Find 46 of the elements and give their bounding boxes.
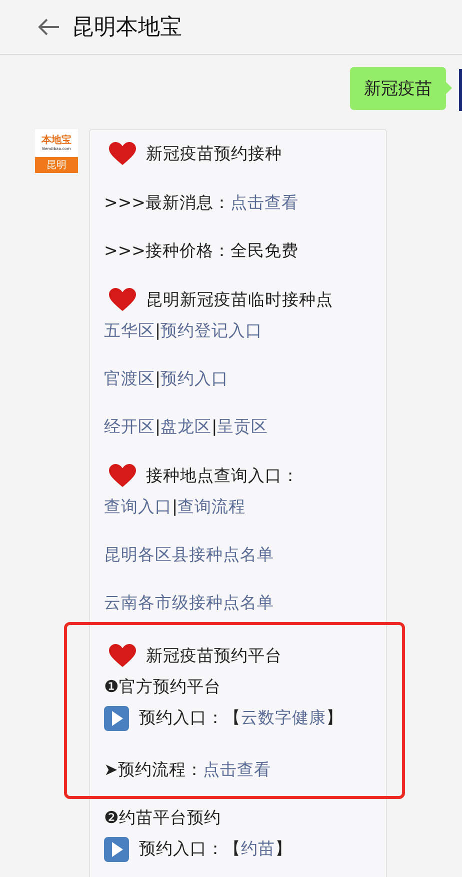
link[interactable]: 点击查看 — [230, 193, 298, 213]
play-icon — [104, 836, 129, 862]
link[interactable]: 约苗 — [241, 839, 275, 859]
link[interactable]: 盘龙区 — [160, 417, 212, 437]
heart-icon — [109, 464, 136, 488]
heart-icon — [109, 644, 136, 668]
section-heading: 昆明新冠疫苗临时接种点 — [146, 290, 333, 310]
link[interactable]: 预约登记入口 — [160, 321, 263, 341]
message-text: 预约入口：【 — [139, 839, 241, 859]
link[interactable]: 查询流程 — [178, 497, 246, 517]
logo-city: 昆明 — [35, 157, 78, 173]
separator: | — [172, 497, 178, 517]
message-text: ❷约苗平台预约 — [104, 808, 221, 828]
message-text: 】 — [326, 708, 343, 728]
play-icon — [104, 706, 129, 730]
message-text: >>>接种价格：全民免费 — [104, 241, 298, 261]
message-text: ➤预约流程： — [104, 760, 203, 780]
back-icon[interactable] — [38, 18, 60, 36]
link[interactable]: 五华区 — [104, 321, 155, 341]
message-text: 预约入口：【 — [139, 708, 241, 728]
message-text: 】 — [275, 839, 292, 859]
sent-message: 新冠疫苗 — [350, 67, 446, 110]
link[interactable]: 昆明各区县接种点名单 — [104, 545, 274, 565]
section-heading: 新冠疫苗预约平台 — [146, 646, 282, 666]
message-text: >>>最新消息： — [104, 193, 230, 213]
link[interactable]: 查询入口 — [104, 497, 172, 517]
bubble-tail — [446, 82, 452, 94]
separator: | — [155, 417, 161, 437]
link[interactable]: 经开区 — [104, 417, 155, 437]
link[interactable]: 呈贡区 — [217, 417, 268, 437]
heart-icon — [109, 142, 136, 166]
link[interactable]: 官渡区 — [104, 369, 155, 389]
link[interactable]: 预约入口 — [160, 369, 229, 389]
link[interactable]: 云南各市级接种点名单 — [104, 593, 274, 613]
logo-text: 本地宝 — [42, 135, 72, 146]
heart-icon — [109, 288, 136, 312]
separator: | — [212, 417, 218, 437]
chat-title: 昆明本地宝 — [72, 14, 182, 42]
separator: | — [155, 321, 161, 341]
section-heading: 新冠疫苗预约接种 — [146, 144, 282, 164]
link[interactable]: 点击查看 — [202, 760, 271, 780]
message-text: ❶官方预约平台 — [104, 677, 221, 697]
section-heading: 接种地点查询入口： — [146, 466, 299, 486]
link[interactable]: 云数字健康 — [241, 708, 326, 728]
user-avatar — [459, 69, 462, 111]
separator: | — [155, 369, 161, 389]
